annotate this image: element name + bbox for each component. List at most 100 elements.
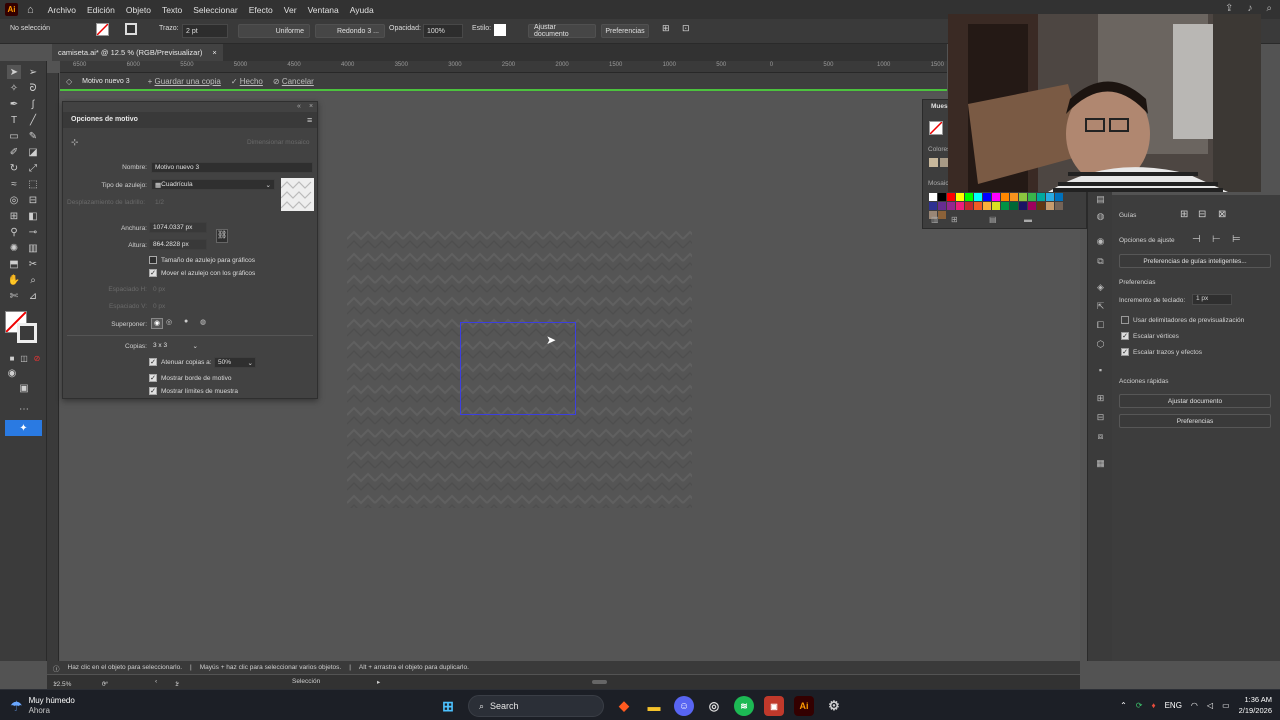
scale-strokes-option[interactable]: ✓ Escalar trazos y efectos bbox=[1121, 348, 1202, 356]
perspective-grid-icon[interactable]: ⊟ bbox=[26, 193, 40, 207]
asset-export-icon[interactable]: ⧠ bbox=[1094, 319, 1107, 332]
pattern-tile-bounds[interactable] bbox=[460, 322, 576, 415]
wifi-icon[interactable]: ◠ bbox=[1191, 701, 1198, 710]
color-guide-icon[interactable]: ▪ bbox=[1094, 363, 1107, 376]
color-swatch[interactable] bbox=[965, 193, 973, 201]
move-tile-option[interactable]: ✓ Mover el azulejo con los gráficos bbox=[149, 269, 255, 277]
search-icon[interactable]: ⌕ bbox=[1266, 3, 1272, 14]
props-fit-document-button[interactable]: Ajustar documento bbox=[1119, 394, 1271, 408]
swatch-options-icon[interactable]: ▤ bbox=[989, 215, 997, 224]
guide-show-icon[interactable]: ⊞ bbox=[1180, 209, 1188, 220]
tray-expand-icon[interactable]: ⌃ bbox=[1120, 701, 1127, 710]
eraser-icon[interactable]: ◪ bbox=[26, 145, 40, 159]
play-icon[interactable]: ▸ bbox=[377, 678, 380, 686]
menu-archivo[interactable]: Archivo bbox=[48, 5, 76, 15]
stroke-color-icon[interactable] bbox=[17, 323, 37, 343]
document-tab[interactable]: camiseta.ai* @ 12.5 % (RGB/Previsualizar… bbox=[52, 44, 223, 61]
width-tool-icon[interactable]: ≈ bbox=[7, 177, 21, 191]
more-tools-icon[interactable]: ⋯ bbox=[17, 402, 31, 416]
save-copy-link[interactable]: + Guardar una copia bbox=[148, 77, 221, 86]
appearance-icon[interactable]: ◉ bbox=[1094, 235, 1107, 248]
dim-copies-select[interactable]: 50% ⌄ bbox=[214, 357, 256, 368]
copies-select[interactable]: 3 x 3 ⌄ bbox=[149, 340, 201, 351]
rectangle-tool-icon[interactable]: ▭ bbox=[7, 129, 21, 143]
height-input[interactable]: 864.2828 px bbox=[149, 239, 207, 250]
stroke-profile-select[interactable]: Uniforme bbox=[238, 24, 310, 38]
color-swatch[interactable] bbox=[974, 202, 982, 210]
shaper-tool-icon[interactable]: ✐ bbox=[7, 145, 21, 159]
glyphs-icon[interactable]: ▦ bbox=[1094, 457, 1107, 470]
show-kinds-icon[interactable]: ⊞ bbox=[951, 215, 958, 224]
color-swatch[interactable] bbox=[1028, 193, 1036, 201]
color-swatch[interactable] bbox=[1037, 202, 1045, 210]
direct-selection-tool-icon[interactable]: ➢ bbox=[26, 65, 40, 79]
keyboard-increment-input[interactable]: 1 px bbox=[1192, 294, 1232, 305]
menu-ver[interactable]: Ver bbox=[284, 5, 297, 15]
opacity-field[interactable]: 100% bbox=[423, 24, 463, 38]
collapse-panel-icon[interactable]: « bbox=[297, 103, 301, 110]
microphone-icon[interactable]: ♦ bbox=[1151, 701, 1155, 710]
horizontal-scrollbar[interactable] bbox=[592, 680, 607, 684]
menu-efecto[interactable]: Efecto bbox=[249, 5, 273, 15]
color-swatch[interactable] bbox=[983, 193, 991, 201]
gradient-mode-icon[interactable]: ◫ bbox=[17, 351, 31, 365]
color-swatch[interactable] bbox=[1046, 193, 1054, 201]
slice-tool-icon[interactable]: ✂ bbox=[26, 257, 40, 271]
menu-seleccionar[interactable]: Seleccionar bbox=[193, 5, 237, 15]
brave-browser-icon[interactable]: ◆ bbox=[614, 696, 634, 716]
share-icon[interactable]: ⇪ bbox=[1225, 3, 1233, 14]
pathfinder-icon[interactable]: ⧈ bbox=[1094, 430, 1107, 443]
paintbrush-icon[interactable]: ✎ bbox=[26, 129, 40, 143]
color-swatch[interactable] bbox=[992, 202, 1000, 210]
show-border-option[interactable]: ✓ Mostrar borde de motivo bbox=[149, 374, 231, 382]
color-swatch[interactable] bbox=[1028, 202, 1036, 210]
draw-mode-icon[interactable]: ◉ bbox=[5, 366, 19, 380]
color-swatch[interactable] bbox=[1010, 202, 1018, 210]
color-swatch[interactable] bbox=[974, 193, 982, 201]
stroke-swatch[interactable] bbox=[125, 23, 137, 35]
color-swatch[interactable] bbox=[938, 211, 946, 219]
obs-icon[interactable]: ◎ bbox=[704, 696, 724, 716]
color-swatch[interactable] bbox=[947, 202, 955, 210]
color-swatch[interactable] bbox=[1046, 202, 1054, 210]
link-icon[interactable]: ⛓ bbox=[216, 229, 228, 243]
overlap-bottom-icon[interactable]: ◍ bbox=[200, 318, 206, 326]
windows-start-icon[interactable]: ⊞ bbox=[438, 696, 458, 716]
edit-toolbar-icon[interactable]: ✦ bbox=[5, 420, 42, 436]
menu-texto[interactable]: Texto bbox=[162, 5, 182, 15]
preferences-button[interactable]: Preferencias bbox=[601, 24, 649, 38]
preview-bounds-checkbox[interactable] bbox=[1121, 316, 1129, 324]
color-swatch[interactable] bbox=[956, 202, 964, 210]
props-preferences-button[interactable]: Preferencias bbox=[1119, 414, 1271, 428]
swatch-library-icon[interactable]: ▥ bbox=[931, 215, 939, 224]
tile-type-select[interactable]: ▦ Cuadrícula ⌄ bbox=[151, 179, 275, 190]
language-indicator[interactable]: ENG bbox=[1165, 701, 1182, 710]
curvature-tool-icon[interactable]: ∫ bbox=[26, 97, 40, 111]
name-input[interactable]: Motivo nuevo 3 bbox=[151, 162, 313, 173]
color-swatch[interactable] bbox=[1019, 193, 1027, 201]
color-swatch[interactable] bbox=[938, 202, 946, 210]
show-border-checkbox[interactable]: ✓ bbox=[149, 374, 157, 382]
discord-icon[interactable]: ☺ bbox=[674, 696, 694, 716]
brush-select[interactable]: Redondo 3 ... bbox=[315, 24, 385, 38]
illustrator-taskbar-icon[interactable]: Ai bbox=[794, 696, 814, 716]
spotify-icon[interactable]: ≋ bbox=[734, 696, 754, 716]
menu-ayuda[interactable]: Ayuda bbox=[350, 5, 374, 15]
scale-corners-option[interactable]: ✓ Escalar vértices bbox=[1121, 332, 1179, 340]
artboard-prev-icon[interactable]: ‹ bbox=[155, 678, 157, 685]
libraries-icon[interactable]: ◍ bbox=[1094, 210, 1107, 223]
column-graph-icon[interactable]: ▥ bbox=[26, 241, 40, 255]
size-tile-checkbox[interactable] bbox=[149, 256, 157, 264]
overlap-top-icon[interactable]: ● bbox=[184, 318, 188, 325]
knife-icon[interactable]: ⊿ bbox=[26, 289, 40, 303]
magic-wand-icon[interactable]: ✧ bbox=[7, 81, 21, 95]
color-swatch[interactable] bbox=[1010, 193, 1018, 201]
close-tab-icon[interactable]: × bbox=[212, 48, 216, 57]
bell-icon[interactable]: ♪ bbox=[1247, 3, 1252, 14]
fit-document-button[interactable]: Ajustar documento bbox=[528, 24, 596, 38]
blend-tool-icon[interactable]: ⊸ bbox=[26, 225, 40, 239]
color-swatch[interactable] bbox=[947, 193, 955, 201]
color-swatch[interactable] bbox=[1001, 202, 1009, 210]
scissors-icon[interactable]: ✄ bbox=[7, 289, 21, 303]
color-swatch[interactable] bbox=[929, 193, 937, 201]
